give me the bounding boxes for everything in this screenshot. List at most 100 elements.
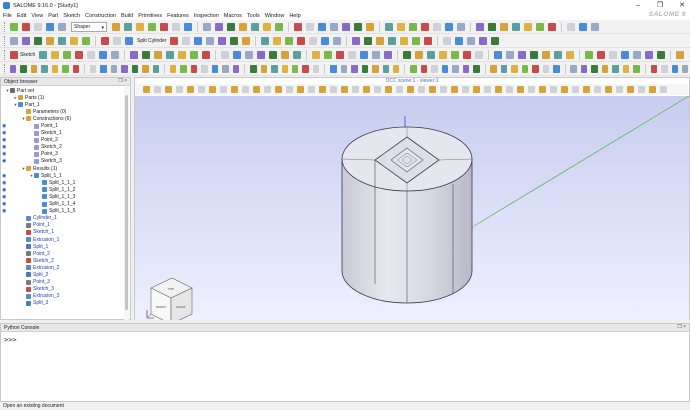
feature-tool-icon[interactable] xyxy=(330,64,337,73)
construction-tool-icon[interactable] xyxy=(451,50,460,59)
main-tool-icon[interactable] xyxy=(457,22,465,31)
view-tool-icon[interactable] xyxy=(451,86,458,93)
view-tool-icon[interactable] xyxy=(429,86,436,93)
scrollbar-thumb[interactable] xyxy=(125,95,128,310)
part-tool-icon[interactable] xyxy=(491,36,500,45)
module-select[interactable]: Shaper ▾ xyxy=(71,21,107,32)
tree-item[interactable]: Point_1 xyxy=(1,222,125,229)
view-tool-icon[interactable] xyxy=(440,86,447,93)
tree-item[interactable]: Split_2 xyxy=(1,271,125,278)
feature-tool-icon[interactable] xyxy=(591,64,598,73)
file-tool-icon[interactable] xyxy=(34,22,42,31)
feature-tool-icon[interactable] xyxy=(121,64,128,73)
minimize-icon[interactable]: – xyxy=(634,1,642,10)
construction-tool-icon[interactable] xyxy=(63,50,72,59)
view-tool-icon[interactable] xyxy=(528,86,535,93)
main-tool-icon[interactable] xyxy=(148,22,156,31)
feature-tool-icon[interactable] xyxy=(553,64,560,73)
feature-tool-icon[interactable] xyxy=(580,64,588,73)
eye-icon[interactable]: ◉ xyxy=(2,151,6,157)
main-tool-icon[interactable] xyxy=(366,22,374,31)
construction-tool-icon[interactable] xyxy=(166,50,175,59)
view-tool-icon[interactable] xyxy=(253,86,260,93)
construction-tool-icon[interactable] xyxy=(633,50,642,59)
construction-tool-icon[interactable] xyxy=(245,50,254,59)
eye-icon[interactable]: ◉ xyxy=(2,144,6,150)
construction-tool-icon[interactable] xyxy=(130,50,139,59)
feature-tool-icon[interactable] xyxy=(490,64,497,73)
file-tool-icon[interactable] xyxy=(58,22,66,31)
tree-item[interactable]: ◉ Split_1_1_2 xyxy=(1,186,125,193)
feature-tool-icon[interactable] xyxy=(532,64,539,73)
main-tool-icon[interactable] xyxy=(548,22,556,31)
construction-tool-icon[interactable] xyxy=(554,50,563,59)
construction-tool-icon[interactable] xyxy=(293,50,302,59)
split-cylinder-button[interactable]: Split Cylinder xyxy=(137,38,166,44)
construction-tool-icon[interactable] xyxy=(312,50,321,59)
main-tool-icon[interactable] xyxy=(275,22,283,31)
feature-tool-icon[interactable] xyxy=(671,64,678,73)
tree-item[interactable]: Split_3 xyxy=(1,300,125,307)
main-tool-icon[interactable] xyxy=(500,22,508,31)
tree-item[interactable]: ◉ Point_1 xyxy=(1,122,125,129)
view-tool-icon[interactable] xyxy=(418,86,425,93)
part-tool-icon[interactable] xyxy=(412,36,421,45)
view-tool-icon[interactable] xyxy=(176,86,183,93)
view-tool-icon[interactable] xyxy=(352,86,359,93)
feature-tool-icon[interactable] xyxy=(622,64,630,73)
feature-tool-icon[interactable] xyxy=(20,64,27,73)
main-tool-icon[interactable] xyxy=(579,22,587,31)
viewer-canvas[interactable]: TOP FRONT RIGHT xyxy=(135,96,689,320)
feature-tool-icon[interactable] xyxy=(601,64,609,73)
main-tool-icon[interactable] xyxy=(433,22,441,31)
tree-item[interactable]: Sketch_2 xyxy=(1,257,125,264)
view-tool-icon[interactable] xyxy=(385,86,392,93)
part-tool-icon[interactable] xyxy=(467,36,476,45)
part-tool-icon[interactable] xyxy=(206,36,215,45)
eye-icon[interactable]: ◉ xyxy=(2,187,6,193)
view-tool-icon[interactable] xyxy=(583,86,590,93)
construction-tool-icon[interactable] xyxy=(542,50,551,59)
tree-item[interactable]: ◉ Split_1_1_5 xyxy=(1,208,125,215)
feature-tool-icon[interactable] xyxy=(633,64,640,73)
feature-tool-icon[interactable] xyxy=(410,64,417,73)
main-tool-icon[interactable] xyxy=(476,22,484,31)
menu-features[interactable]: Features xyxy=(167,13,189,19)
feature-tool-icon[interactable] xyxy=(222,64,229,73)
feature-tool-icon[interactable] xyxy=(452,64,459,73)
main-tool-icon[interactable] xyxy=(567,22,575,31)
main-tool-icon[interactable] xyxy=(160,22,168,31)
feature-tool-icon[interactable] xyxy=(431,64,438,73)
close-icon[interactable]: ✕ xyxy=(678,1,686,10)
construction-tool-icon[interactable] xyxy=(257,50,266,59)
eye-icon[interactable]: ◉ xyxy=(2,208,6,214)
view-tool-icon[interactable] xyxy=(561,86,568,93)
construction-tool-icon[interactable] xyxy=(202,50,211,59)
construction-tool-icon[interactable] xyxy=(566,50,575,59)
feature-tool-icon[interactable] xyxy=(521,64,529,73)
feature-tool-icon[interactable] xyxy=(612,64,619,73)
feature-tool-icon[interactable] xyxy=(302,64,309,73)
shaper-tool-icon[interactable] xyxy=(82,36,90,45)
part-tool-icon[interactable] xyxy=(364,36,373,45)
construction-tool-icon[interactable] xyxy=(221,50,230,59)
feature-tool-icon[interactable] xyxy=(211,64,219,73)
feature-tool-icon[interactable] xyxy=(281,64,288,73)
shaper-tool-icon[interactable] xyxy=(70,36,78,45)
main-tool-icon[interactable] xyxy=(397,22,405,31)
toolbar-handle[interactable] xyxy=(4,49,6,60)
construction-tool-icon[interactable] xyxy=(506,50,515,59)
construction-tool-icon[interactable] xyxy=(51,50,60,59)
eye-icon[interactable]: ◉ xyxy=(2,173,6,179)
menu-build[interactable]: Build xyxy=(121,13,133,19)
main-tool-icon[interactable] xyxy=(124,22,132,31)
menu-view[interactable]: View xyxy=(31,13,43,19)
main-tool-icon[interactable] xyxy=(591,22,599,31)
sketch-button[interactable]: Sketch xyxy=(10,50,35,59)
construction-tool-icon[interactable] xyxy=(621,50,630,59)
tree-item[interactable]: ◉ Split_1_1_1 xyxy=(1,179,125,186)
feature-tool-icon[interactable] xyxy=(650,64,658,73)
feature-tool-icon[interactable] xyxy=(271,64,278,73)
part-tool-icon[interactable] xyxy=(261,36,270,45)
view-tool-icon[interactable] xyxy=(649,86,656,93)
